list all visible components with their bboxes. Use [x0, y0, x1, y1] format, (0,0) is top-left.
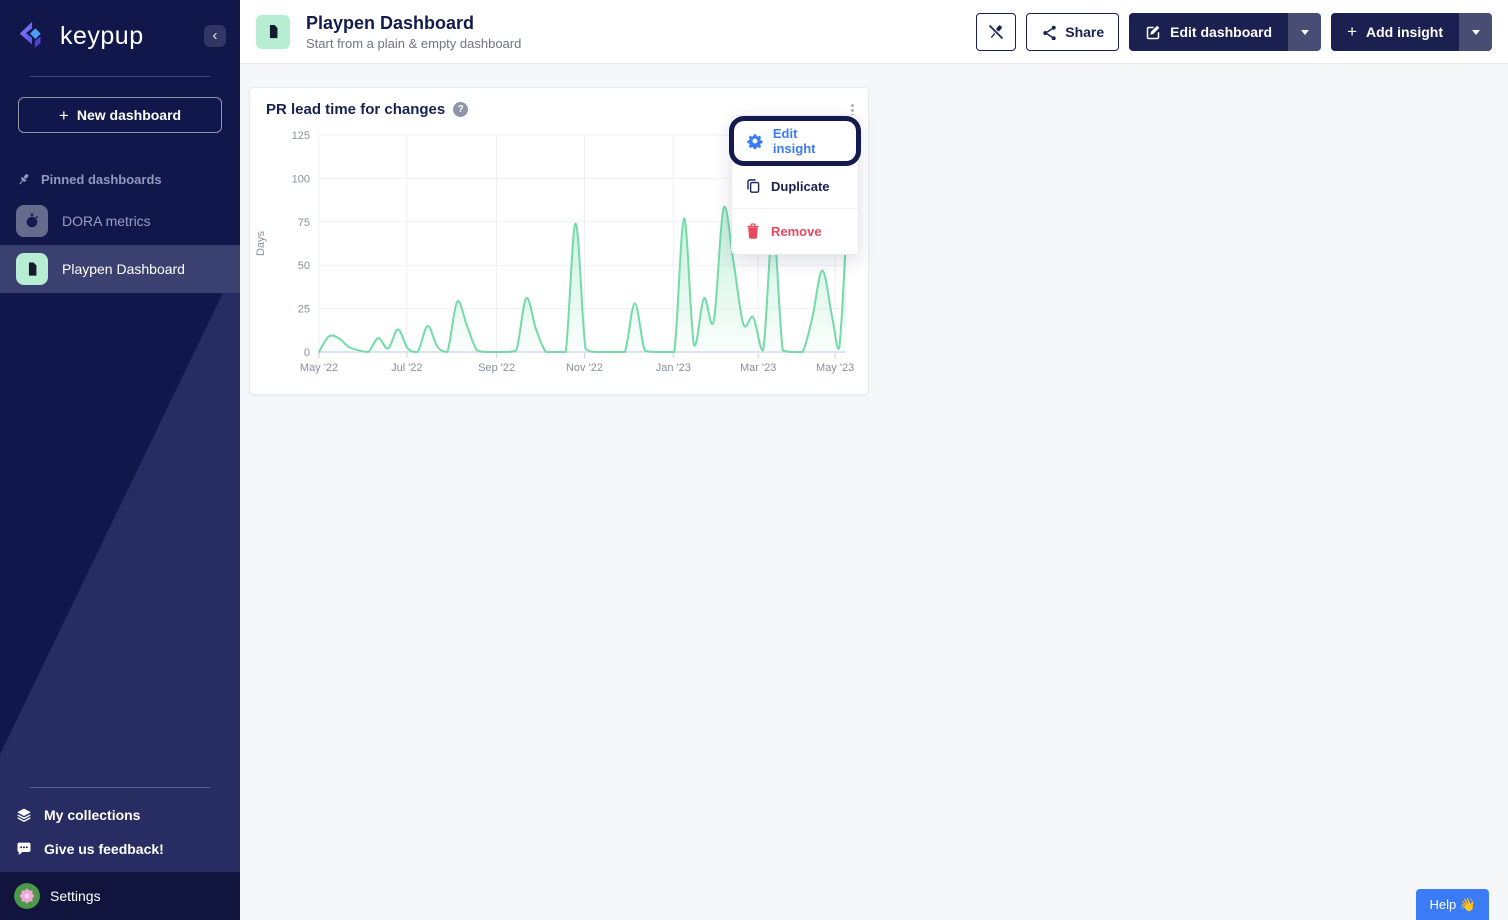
dashboard-content: PR lead time for changes ? May '22 Jul '2 [240, 64, 1508, 920]
gear-icon [747, 134, 763, 149]
pin-slash-icon [988, 23, 1004, 40]
pin-icon [19, 173, 29, 184]
menu-item-duplicate[interactable]: Duplicate [732, 163, 858, 208]
brand-name: keypup [60, 21, 144, 50]
copy-icon [747, 179, 760, 193]
edit-dashboard-button[interactable]: Edit dashboard [1129, 12, 1289, 51]
add-insight-dropdown-button[interactable] [1459, 12, 1492, 51]
stopwatch-icon [16, 205, 48, 237]
header-actions: Share Edit dashboard + Add insight [976, 12, 1492, 51]
page-subtitle: Start from a plain & empty dashboard [306, 36, 522, 51]
layers-icon [17, 808, 31, 822]
edit-dashboard-split-button: Edit dashboard [1129, 12, 1322, 51]
help-button[interactable]: Help 👋 [1416, 889, 1489, 920]
menu-item-edit-insight[interactable]: Edit insight [734, 121, 856, 161]
new-dashboard-label: New dashboard [76, 107, 182, 123]
caret-down-icon [1471, 29, 1480, 39]
edit-pencil-icon [1146, 25, 1160, 39]
svg-text:Sep '22: Sep '22 [478, 362, 515, 374]
dashboard-icon [256, 14, 290, 49]
add-insight-button[interactable]: + Add insight [1331, 12, 1459, 51]
svg-text:Jul '22: Jul '22 [391, 362, 422, 374]
settings-label: Settings [50, 888, 101, 904]
new-dashboard-button[interactable]: + New dashboard [18, 97, 222, 133]
sidebar-footer-divider [30, 787, 210, 788]
svg-text:50: 50 [298, 260, 310, 272]
svg-text:May '23: May '23 [816, 362, 854, 374]
sidebar-item-playpen-dashboard[interactable]: Playpen Dashboard [0, 245, 240, 293]
logo-row: keypup ‹ [0, 0, 240, 68]
edit-dashboard-dropdown-button[interactable] [1288, 12, 1322, 51]
keypup-logo-icon [19, 21, 41, 48]
plus-icon: + [1347, 21, 1357, 41]
insight-context-menu: Edit insight Duplicate Remove [731, 115, 859, 255]
sidebar-item-dora-metrics[interactable]: DORA metrics [0, 197, 240, 245]
feedback-link[interactable]: Give us feedback! [0, 832, 240, 866]
svg-text:May '22: May '22 [300, 362, 338, 374]
collapse-sidebar-button[interactable]: ‹ [204, 25, 226, 47]
chevron-left-icon: ‹ [212, 27, 218, 44]
unpin-dashboard-button[interactable] [976, 12, 1017, 51]
sidebar: keypup ‹ + New dashboard Pinned dashboar… [0, 0, 240, 920]
add-insight-split-button: + Add insight [1331, 12, 1492, 51]
insight-card-header: PR lead time for changes ? [250, 88, 868, 118]
my-collections-link[interactable]: My collections [0, 798, 240, 832]
caret-down-icon [1300, 29, 1309, 39]
svg-text:25: 25 [298, 304, 310, 316]
settings-button[interactable]: Settings [0, 872, 240, 920]
trash-icon [747, 223, 759, 239]
plus-icon: + [58, 105, 69, 125]
share-button[interactable]: Share [1026, 12, 1120, 51]
sidebar-item-label: DORA metrics [62, 213, 151, 229]
svg-text:Nov '22: Nov '22 [566, 362, 603, 374]
share-icon [1043, 25, 1056, 40]
sidebar-footer: My collections Give us feedback! [0, 779, 240, 866]
chat-bubble-icon [17, 842, 31, 855]
svg-text:Mar '23: Mar '23 [740, 362, 776, 374]
help-tooltip-icon[interactable]: ? [453, 102, 469, 117]
svg-text:125: 125 [292, 130, 310, 142]
header-titles: Playpen Dashboard Start from a plain & e… [306, 12, 521, 51]
header-left: Playpen Dashboard Start from a plain & e… [256, 12, 521, 51]
svg-text:Jan '23: Jan '23 [656, 362, 691, 374]
sidebar-item-label: Playpen Dashboard [62, 261, 185, 277]
menu-item-remove[interactable]: Remove [732, 208, 858, 253]
document-icon [16, 253, 48, 285]
svg-text:Days: Days [255, 230, 267, 256]
avatar [14, 883, 40, 909]
svg-text:100: 100 [292, 173, 310, 185]
pinned-dashboards-label: Pinned dashboards [0, 169, 240, 189]
page-title: Playpen Dashboard [306, 13, 475, 33]
sidebar-divider [30, 76, 210, 77]
svg-text:75: 75 [298, 217, 310, 229]
svg-text:0: 0 [304, 347, 310, 359]
dashboard-header: Playpen Dashboard Start from a plain & e… [240, 0, 1508, 64]
